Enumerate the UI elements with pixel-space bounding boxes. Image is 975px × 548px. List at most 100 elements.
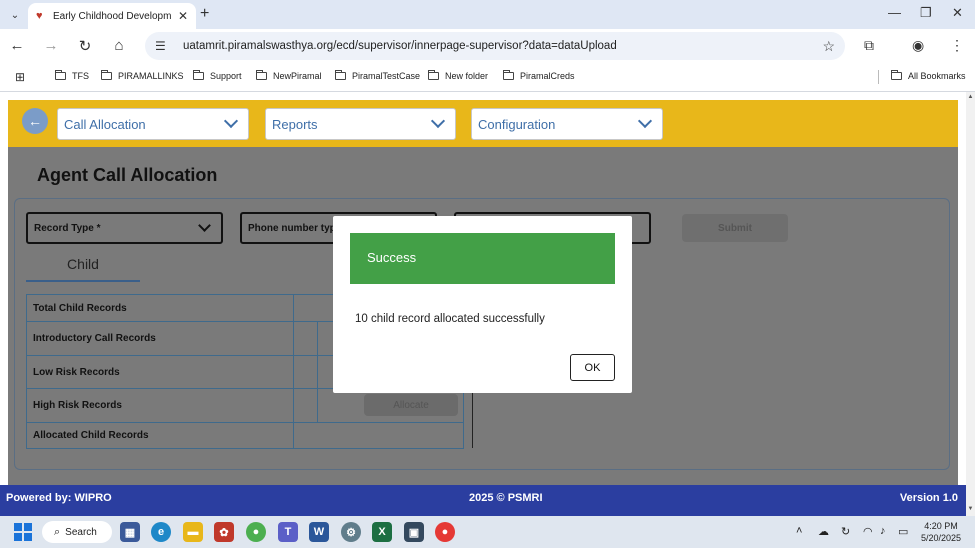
browser-tab[interactable]: ♥ Early Childhood Developme ✕ bbox=[28, 3, 196, 29]
scroll-up-icon[interactable]: ▲ bbox=[966, 94, 975, 100]
bookmark-folder[interactable]: NewPiramal bbox=[256, 70, 322, 81]
folder-icon bbox=[335, 70, 346, 80]
tab-close-icon[interactable]: ✕ bbox=[178, 9, 188, 23]
powered-by-text: Powered by: WIPRO bbox=[6, 492, 112, 504]
bookmark-folder[interactable]: Support bbox=[193, 70, 242, 81]
field-label: Phone number type bbox=[248, 222, 342, 234]
chevron-down-icon bbox=[223, 113, 239, 129]
page-scrollbar[interactable] bbox=[966, 92, 975, 516]
bookmark-label: New folder bbox=[445, 71, 489, 81]
word-icon[interactable]: W bbox=[309, 522, 329, 542]
wifi-icon[interactable]: ◠ bbox=[863, 525, 873, 538]
bookmark-star-icon[interactable]: ☆ bbox=[822, 38, 835, 55]
volume-icon[interactable]: ♪ bbox=[880, 525, 886, 537]
tab-search-dropdown-icon[interactable]: ⌄ bbox=[6, 6, 24, 24]
field-label: Record Type * bbox=[34, 222, 101, 234]
chevron-down-icon bbox=[637, 113, 653, 129]
bookmark-folder[interactable]: PIRAMALLINKS bbox=[101, 70, 184, 81]
bookmark-label: Support bbox=[210, 71, 242, 81]
folder-icon bbox=[503, 70, 514, 80]
bookmark-label: PiramalCreds bbox=[520, 71, 575, 81]
page-title: Agent Call Allocation bbox=[37, 165, 218, 185]
row-label: Total Child Records bbox=[26, 294, 294, 322]
restore-icon[interactable]: ❐ bbox=[920, 5, 932, 21]
tab-underline bbox=[26, 280, 140, 282]
search-label: Search bbox=[65, 526, 97, 538]
task-view-icon[interactable]: ▦ bbox=[120, 522, 140, 542]
scroll-down-icon[interactable]: ▼ bbox=[966, 506, 975, 512]
site-settings-icon[interactable]: ☰ bbox=[155, 39, 173, 53]
call-allocation-menu[interactable]: Call Allocation bbox=[57, 108, 249, 140]
folder-icon bbox=[256, 70, 267, 80]
allocate-button[interactable]: Allocate bbox=[364, 394, 458, 416]
reload-icon[interactable]: ↻ bbox=[76, 37, 94, 55]
row-value bbox=[293, 321, 318, 356]
dialog-header: Success bbox=[350, 233, 615, 284]
windows-start-icon[interactable] bbox=[14, 523, 32, 541]
battery-icon[interactable]: ▭ bbox=[898, 525, 908, 538]
address-bar-row: ← → ↻ ⌂ ☰ uatamrit.piramalswasthya.org/e… bbox=[0, 29, 975, 62]
clock-date: 5/20/2025 bbox=[921, 533, 962, 543]
sync-icon[interactable]: ↻ bbox=[841, 525, 850, 538]
bookmark-folder[interactable]: TFS bbox=[55, 70, 89, 81]
home-icon[interactable]: ⌂ bbox=[110, 37, 128, 54]
back-button[interactable]: ← bbox=[22, 108, 48, 134]
extensions-icon[interactable]: ⧉ bbox=[864, 37, 874, 54]
teams-icon[interactable]: T bbox=[278, 522, 298, 542]
edge-icon[interactable]: e bbox=[151, 522, 171, 542]
chevron-down-icon bbox=[430, 113, 446, 129]
chrome-icon[interactable]: ● bbox=[246, 522, 266, 542]
file-explorer-icon[interactable]: ▬ bbox=[183, 522, 203, 542]
back-arrow-icon[interactable]: ← bbox=[8, 37, 26, 54]
chevron-up-icon[interactable]: ˄ bbox=[796, 525, 802, 537]
dialog-title: Success bbox=[367, 250, 417, 265]
onedrive-icon[interactable]: ☁ bbox=[818, 525, 829, 538]
row-value bbox=[293, 422, 464, 449]
windows-taskbar: ⌕ Search ▦ e ▬ ✿ ● T W ⚙ X ▣ ● ˄ ☁ ↻ ◠ ♪ … bbox=[0, 516, 975, 548]
excel-icon[interactable]: X bbox=[372, 522, 392, 542]
folder-icon bbox=[193, 70, 204, 80]
profile-icon[interactable]: ◉ bbox=[912, 37, 924, 54]
settings-gear-icon[interactable]: ⚙ bbox=[341, 522, 361, 542]
bookmark-separator bbox=[878, 70, 879, 84]
clock-time: 4:20 PM bbox=[924, 521, 958, 531]
record-type-select[interactable]: Record Type * bbox=[26, 212, 223, 244]
configuration-menu[interactable]: Configuration bbox=[471, 108, 663, 140]
bookmark-label: NewPiramal bbox=[273, 71, 322, 81]
new-tab-icon[interactable]: + bbox=[200, 5, 209, 23]
bookmark-folder[interactable]: PiramalTestCase bbox=[335, 70, 420, 81]
bookmarks-bar: ⊞ TFS PIRAMALLINKS Support NewPiramal Pi… bbox=[0, 62, 975, 92]
folder-icon bbox=[891, 70, 902, 80]
close-window-icon[interactable]: ✕ bbox=[952, 5, 963, 21]
menu-kebab-icon[interactable]: ⋮ bbox=[950, 37, 964, 54]
apps-grid-icon[interactable]: ⊞ bbox=[15, 70, 25, 84]
tab-child[interactable]: Child bbox=[26, 256, 140, 272]
copyright-text: 2025 © PSMRI bbox=[469, 492, 543, 504]
all-bookmarks[interactable]: All Bookmarks bbox=[891, 70, 966, 81]
row-label: Allocated Child Records bbox=[26, 422, 294, 449]
taskbar-search[interactable]: ⌕ Search bbox=[42, 521, 112, 543]
arrow-left-icon: ← bbox=[28, 113, 42, 129]
chrome-icon[interactable]: ● bbox=[435, 522, 455, 542]
submit-button[interactable]: Submit bbox=[682, 214, 788, 242]
forward-arrow-icon[interactable]: → bbox=[42, 37, 60, 54]
app-icon[interactable]: ✿ bbox=[214, 522, 234, 542]
minimize-icon[interactable]: — bbox=[888, 5, 901, 20]
ok-button[interactable]: OK bbox=[570, 354, 615, 381]
remote-desktop-icon[interactable]: ▣ bbox=[404, 522, 424, 542]
bookmark-folder[interactable]: New folder bbox=[428, 70, 489, 81]
reports-menu[interactable]: Reports bbox=[265, 108, 456, 140]
url-text[interactable]: uatamrit.piramalswasthya.org/ecd/supervi… bbox=[183, 40, 617, 52]
table-row: Allocated Child Records bbox=[26, 422, 464, 449]
bookmark-label: PIRAMALLINKS bbox=[118, 71, 184, 81]
bookmark-folder[interactable]: PiramalCreds bbox=[503, 70, 575, 81]
page-footer: Powered by: WIPRO 2025 © PSMRI Version 1… bbox=[0, 485, 966, 516]
row-label: Low Risk Records bbox=[26, 355, 294, 389]
dialog-message: 10 child record allocated successfully bbox=[355, 313, 545, 325]
browser-tab-bar: ⌄ ♥ Early Childhood Developme ✕ + — ❐ ✕ bbox=[0, 0, 975, 29]
bookmark-label: TFS bbox=[72, 71, 89, 81]
omnibox[interactable]: ☰ uatamrit.piramalswasthya.org/ecd/super… bbox=[145, 32, 845, 60]
system-clock[interactable]: 4:20 PM 5/20/2025 bbox=[921, 520, 961, 544]
success-dialog: Success 10 child record allocated succes… bbox=[333, 216, 632, 393]
menu-label: Reports bbox=[272, 116, 318, 132]
